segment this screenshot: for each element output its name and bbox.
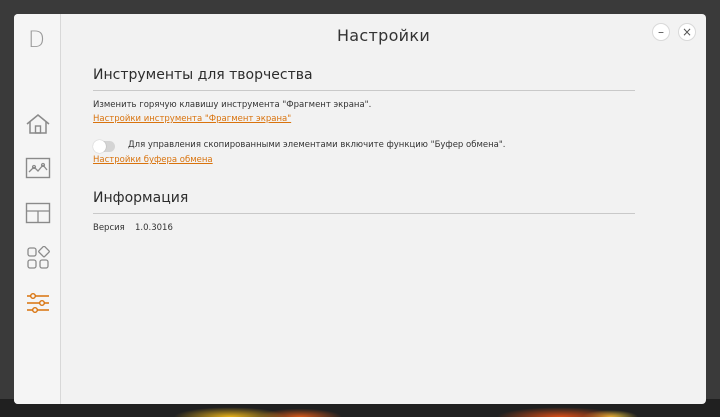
close-button[interactable]: × [678,23,696,41]
clipboard-settings-link[interactable]: Настройки буфера обмена [93,155,213,165]
version-value: 1.0.3016 [135,223,173,233]
picture-icon [25,157,51,179]
snip-settings-link[interactable]: Настройки инструмента "Фрагмент экрана" [93,114,291,124]
divider [93,90,635,91]
clipboard-toggle[interactable] [93,140,115,153]
sliders-icon [27,293,49,313]
close-icon: × [681,25,693,39]
sidebar: D [14,14,61,404]
hotkey-description: Изменить горячую клавишу инструмента "Фр… [93,100,372,110]
version-label: Версия [93,223,125,233]
app-logo: D [28,28,45,53]
sidebar-item-apps[interactable] [24,245,52,271]
clipboard-description: Для управления скопированными элементами… [128,140,506,150]
page-title: Настройки [336,26,431,45]
toggle-knob [93,140,106,153]
sidebar-item-layout[interactable] [24,200,52,226]
section-heading-creative-tools: Инструменты для творчества [93,67,313,83]
section-heading-info: Информация [93,190,189,206]
sidebar-item-settings[interactable] [24,290,52,316]
settings-content: Настройки – × Инструменты для творчества… [61,14,706,404]
settings-window: D Настройки – × Инструменты для творчест… [14,14,706,404]
minimize-button[interactable]: – [652,23,670,41]
home-icon [26,114,50,134]
sidebar-item-home[interactable] [24,111,52,137]
apps-icon [27,246,50,269]
sidebar-item-image[interactable] [24,155,52,181]
layout-icon [25,202,51,224]
divider [93,213,635,214]
minimize-icon: – [658,25,664,39]
